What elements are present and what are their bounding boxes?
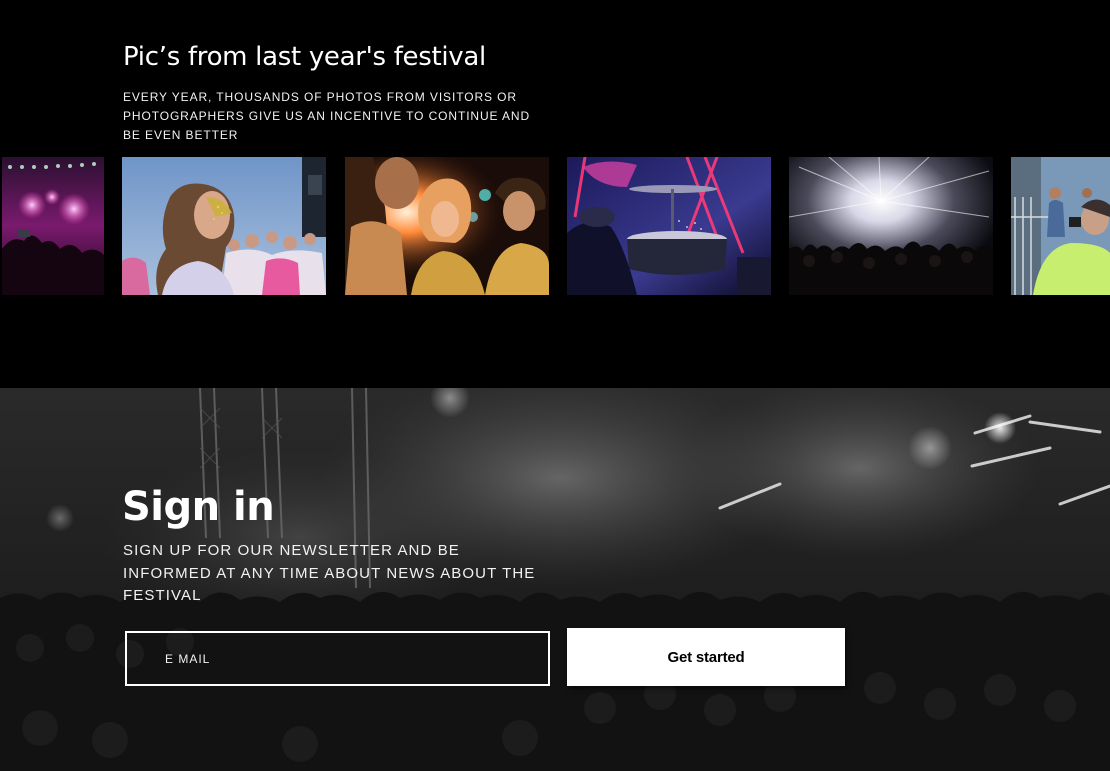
- balcony-crowd-image: [1011, 157, 1110, 295]
- signin-section: Sign in SIGN UP FOR OUR NEWSLETTER AND B…: [0, 388, 1110, 771]
- dancing-friends-image: [345, 157, 549, 295]
- email-field[interactable]: [125, 631, 550, 686]
- balcony-crowd-photo[interactable]: [1011, 157, 1110, 295]
- drummer-image: [567, 157, 771, 295]
- fireworks-crowd-photo[interactable]: [789, 157, 993, 295]
- email-input[interactable]: [127, 633, 548, 684]
- signin-title: Sign in: [122, 484, 275, 530]
- gallery-section: Pic’s from last year's festival EVERY YE…: [0, 0, 1110, 388]
- gallery-title: Pic’s from last year's festival: [123, 42, 486, 72]
- festival-girl-image: [122, 157, 326, 295]
- concert-stage-photo[interactable]: [2, 157, 104, 295]
- drummer-photo[interactable]: [567, 157, 771, 295]
- fireworks-crowd-image: [789, 157, 993, 295]
- photo-carousel[interactable]: [0, 157, 1110, 295]
- get-started-button[interactable]: Get started: [567, 628, 845, 686]
- festival-girl-photo[interactable]: [122, 157, 326, 295]
- dancing-friends-photo[interactable]: [345, 157, 549, 295]
- signin-subtitle: SIGN UP FOR OUR NEWSLETTER AND BE INFORM…: [123, 542, 536, 604]
- gallery-subtitle: EVERY YEAR, THOUSANDS OF PHOTOS FROM VIS…: [123, 90, 531, 142]
- concert-stage-image: [2, 157, 104, 295]
